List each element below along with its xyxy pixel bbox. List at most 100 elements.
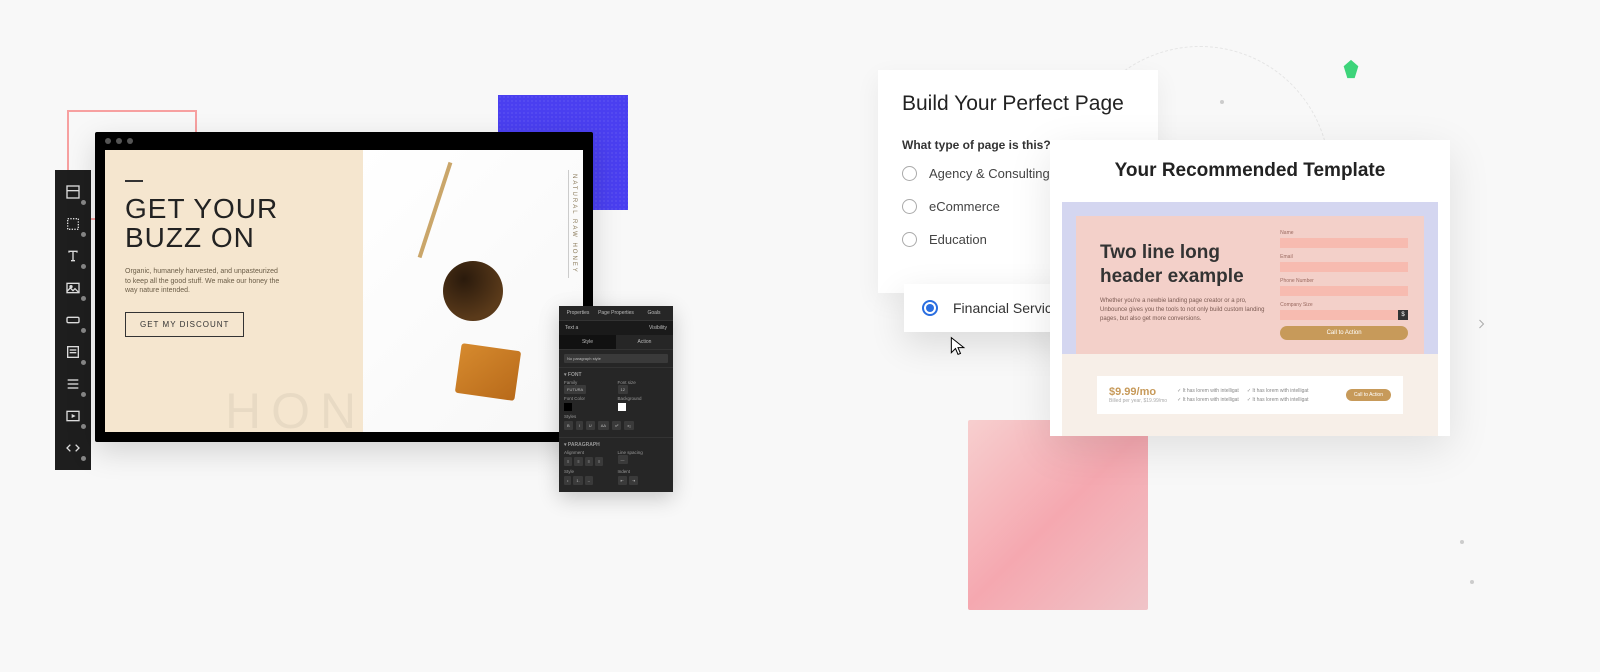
label-indent: Indent: [618, 469, 669, 474]
tab-goals[interactable]: Goals: [635, 306, 673, 320]
bg-color-swatch[interactable]: [618, 403, 626, 411]
number-list-icon[interactable]: 1.: [573, 476, 582, 485]
decorative-dot: [1460, 540, 1464, 544]
template-form-preview: Name Email Phone Number Company Size Cal…: [1280, 216, 1424, 354]
form-field-name: [1280, 238, 1408, 248]
subtab-action[interactable]: Action: [616, 335, 673, 349]
list-tool-icon[interactable]: [59, 370, 87, 398]
form-field-email: [1280, 262, 1408, 272]
panel-title: Build Your Perfect Page: [902, 92, 1134, 116]
option-label: Agency & Consulting: [929, 166, 1050, 181]
uppercase-icon[interactable]: AA: [598, 421, 609, 430]
bold-icon[interactable]: B: [564, 421, 573, 430]
font-family-select[interactable]: FUTURA: [564, 385, 586, 394]
decorative-dot: [1220, 100, 1224, 104]
template-wizard-showcase: Build Your Perfect Page What type of pag…: [870, 40, 1530, 640]
no-list-icon[interactable]: –: [585, 476, 593, 485]
properties-panel: Properties Page Properties Goals Text a …: [559, 306, 673, 492]
template-hero-preview: Two line long header example Whether you…: [1062, 202, 1438, 354]
hero-copy-section: GET YOURBUZZ ON Organic, humanely harves…: [105, 150, 363, 432]
align-right-icon[interactable]: ≡: [585, 457, 593, 466]
feature-item: ✓ It has lorem with intelligat: [1177, 388, 1239, 394]
vertical-label: NATURAL RAW HONEY: [568, 170, 579, 278]
template-hero-body: Whether you're a newbie landing page cre…: [1100, 297, 1266, 324]
accent-dash: [125, 180, 143, 182]
italic-icon[interactable]: I: [576, 421, 583, 430]
align-center-icon[interactable]: ≡: [574, 457, 582, 466]
tab-page-properties[interactable]: Page Properties: [597, 306, 635, 320]
hero-image-section: NATURAL RAW HONEY: [363, 150, 583, 432]
next-template-button[interactable]: [1467, 310, 1495, 338]
price-subtext: Billed per year, $19.99/mo: [1109, 398, 1167, 404]
section-font-header: FONT: [568, 372, 582, 378]
code-tool-icon[interactable]: [59, 434, 87, 462]
superscript-icon[interactable]: x²: [612, 421, 621, 430]
template-hero-heading: Two line long header example: [1100, 241, 1266, 289]
outdent-icon[interactable]: ⇤: [618, 476, 627, 485]
hero-cta-button[interactable]: GET MY DISCOUNT: [125, 312, 244, 337]
video-tool-icon[interactable]: [59, 402, 87, 430]
label-font-color: Font Color: [564, 396, 615, 401]
label-list-style: Style: [564, 469, 615, 474]
label-alignment: Alignment: [564, 450, 615, 455]
form-field-company: [1280, 310, 1408, 320]
form-label-name: Name: [1280, 230, 1408, 236]
price-cta-button: Call to Action: [1346, 389, 1391, 401]
radio-icon: [902, 199, 917, 214]
honey-drip-graphic: [455, 343, 521, 401]
tab-properties[interactable]: Properties: [559, 306, 597, 320]
section-paragraph-header: PARAGRAPH: [568, 442, 600, 448]
hero-body-text: Organic, humanely harvested, and unpaste…: [125, 267, 285, 296]
bullet-list-icon[interactable]: •: [564, 476, 571, 485]
template-pricing-preview: $9.99/mo Billed per year, $19.99/mo ✓ It…: [1062, 354, 1438, 436]
image-tool-icon[interactable]: [59, 274, 87, 302]
button-tool-icon[interactable]: [59, 306, 87, 334]
editor-toolbar: [55, 170, 91, 470]
page-editor-canvas: ⟳ GET YOURBUZZ ON Organic, humanely harv…: [95, 132, 593, 442]
form-label-phone: Phone Number: [1280, 278, 1408, 284]
feature-item: ✓ It has lorem with intelligat: [1247, 388, 1309, 394]
decorative-dot: [1470, 580, 1474, 584]
window-controls: [105, 138, 133, 144]
form-label-email: Email: [1280, 254, 1408, 260]
subscript-icon[interactable]: x₂: [624, 421, 634, 430]
gem-icon: [1340, 58, 1362, 85]
editor-showcase: ⟳ GET YOURBUZZ ON Organic, humanely harv…: [55, 100, 675, 540]
feature-item: ✓ It has lorem with intelligat: [1177, 397, 1239, 403]
text-tool-icon[interactable]: [59, 242, 87, 270]
underline-icon[interactable]: U: [586, 421, 595, 430]
container-tool-icon[interactable]: [59, 210, 87, 238]
label-background: Background: [618, 396, 669, 401]
page-canvas: GET YOURBUZZ ON Organic, humanely harves…: [105, 150, 583, 432]
form-label-company: Company Size: [1280, 302, 1408, 308]
honey-dipper-graphic: [418, 162, 453, 258]
subtab-style[interactable]: Style: [559, 335, 616, 349]
section-tool-icon[interactable]: [59, 178, 87, 206]
radio-selected-icon: [922, 300, 938, 316]
font-color-swatch[interactable]: [564, 403, 572, 411]
price-amount: $9.99/mo: [1109, 386, 1167, 398]
radio-icon: [902, 166, 917, 181]
indent-icon[interactable]: ⇥: [629, 476, 638, 485]
feature-item: ✓ It has lorem with intelligat: [1247, 397, 1309, 403]
form-tool-icon[interactable]: [59, 338, 87, 366]
form-cta-button: Call to Action: [1280, 326, 1408, 340]
form-field-phone: [1280, 286, 1408, 296]
visibility-toggle[interactable]: Visibility: [649, 325, 667, 331]
align-left-icon[interactable]: ≡: [564, 457, 572, 466]
decorative-pink-texture: [968, 420, 1148, 610]
cursor-icon: [948, 336, 968, 361]
paragraph-style-select[interactable]: No paragraph style: [564, 354, 668, 363]
align-justify-icon[interactable]: ≡: [595, 457, 603, 466]
radio-icon: [902, 232, 917, 247]
label-styles: Styles: [564, 414, 668, 419]
option-label: Education: [929, 232, 987, 247]
element-name: Text a: [565, 325, 578, 331]
line-spacing-input[interactable]: —: [618, 455, 628, 464]
recommended-template-card: Your Recommended Template Two line long …: [1050, 140, 1450, 436]
honey-jar-graphic: [443, 261, 503, 321]
template-card-title: Your Recommended Template: [1050, 140, 1450, 202]
font-size-input[interactable]: 12: [618, 385, 628, 394]
hero-headline: GET YOURBUZZ ON: [125, 194, 343, 253]
option-label: eCommerce: [929, 199, 1000, 214]
